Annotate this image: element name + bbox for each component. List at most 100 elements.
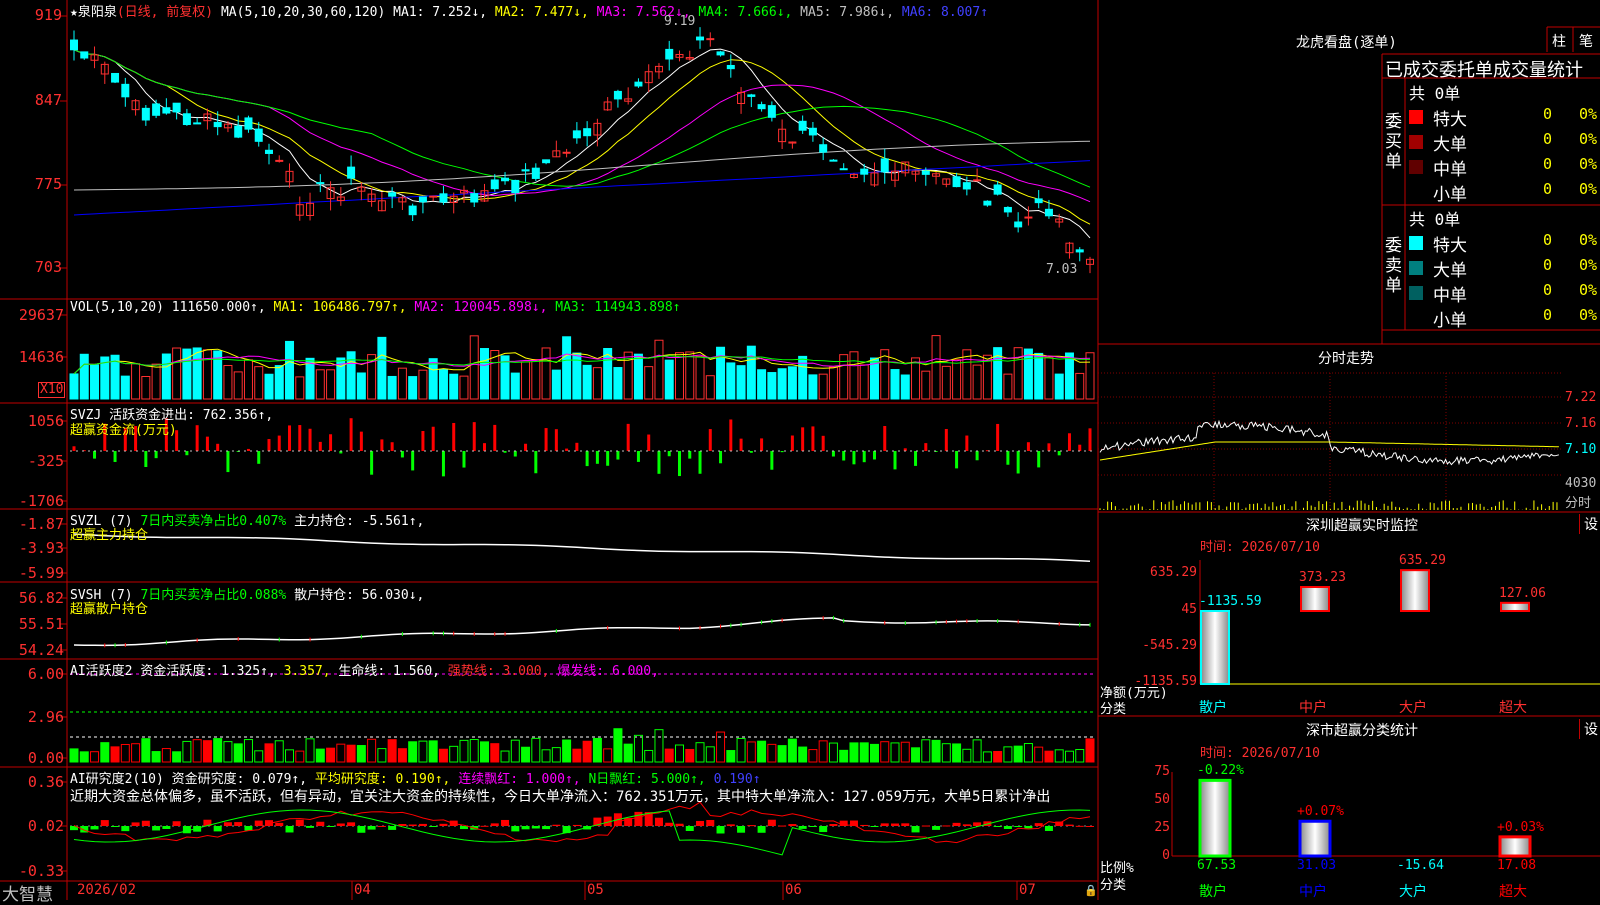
fund-flow-bar [647, 434, 651, 451]
sz-class-axis-label: 25 [1154, 820, 1170, 835]
longhu-title: 龙虎看盘(逐单) [1296, 35, 1397, 51]
activity-bar [336, 743, 346, 763]
fund-activity: 资金活跃度: 1.325↑, [140, 664, 276, 679]
sz-class-axis-label: 0 [1162, 848, 1170, 863]
price-axis-label: 703 [34, 258, 62, 276]
svsh-position: 散户持仓: 56.030↓, [294, 588, 425, 603]
sz-monitor-settings-button[interactable]: 设 [1579, 514, 1598, 534]
candle [1044, 208, 1053, 217]
date-label: 06 [785, 882, 802, 898]
fund-flow-bar [801, 427, 805, 451]
activity-bar [726, 750, 736, 763]
research-bar [357, 826, 366, 833]
high-label: 9.19 [664, 14, 696, 29]
volume-bar [941, 365, 951, 400]
lock-icon[interactable]: 🔒 [1084, 884, 1098, 897]
sell-total: 共 0单 [1409, 210, 1461, 229]
activity-bar [480, 741, 490, 763]
sz-bar-value: 635.29 [1399, 553, 1446, 569]
volume-bar [1044, 356, 1054, 400]
research-bar [90, 826, 99, 830]
activity-bar [449, 745, 459, 763]
volume-bar [131, 363, 141, 400]
fund-flow-bar [308, 428, 312, 451]
volume-bar [305, 357, 315, 400]
fund-flow-bar [400, 451, 404, 458]
research-bar [1014, 826, 1023, 827]
volume-bar [1003, 373, 1013, 400]
research-bar [285, 826, 294, 833]
candle [193, 122, 202, 125]
fund-flow-bar [677, 451, 681, 477]
fund-flow-bar [636, 451, 640, 462]
research-bar [1024, 826, 1033, 829]
price-legend: ★泉阳泉(日线, 前复权) MA(5,10,20,30,60,120) MA1:… [70, 1, 988, 20]
activity-bar [305, 738, 315, 763]
fund-flow-bar [616, 451, 620, 460]
fund-flow-bar [483, 443, 487, 451]
activity-bar [1064, 750, 1074, 763]
volume-bar [562, 336, 572, 400]
research-bar [685, 826, 694, 831]
sz-class-category: 中户 [1299, 884, 1327, 900]
activity-bar [120, 743, 130, 763]
order-size-label: 中单 [1433, 160, 1467, 180]
fund-flow-bar [257, 451, 261, 464]
activity-bar [757, 740, 767, 763]
research-bar [891, 823, 900, 826]
column-mode-button[interactable]: 柱 [1552, 31, 1566, 51]
app-logo[interactable]: 大智慧 [2, 880, 53, 905]
order-size-label: 小单 [1433, 185, 1467, 205]
sz-class-value: -15.64 [1397, 858, 1444, 873]
fund-flow-bar [852, 451, 856, 465]
sz-bar-value: 127.06 [1499, 585, 1546, 601]
order-count: 0 [1543, 231, 1553, 249]
candle [583, 128, 592, 137]
candle [696, 36, 705, 41]
volume-bar [79, 353, 89, 400]
research-bar [932, 826, 941, 830]
fund-flow-bar [205, 436, 209, 451]
candle [798, 120, 807, 131]
volume-bar [705, 375, 715, 400]
activity-bar [1013, 745, 1023, 763]
volume-bar [849, 351, 859, 400]
activity-bar [387, 739, 397, 763]
volume-bar [818, 373, 828, 400]
order-stat-row: 特大 0 0% [1409, 104, 1600, 130]
sz-axis-label: -545.29 [1142, 638, 1197, 653]
order-stat-row: 小单 0 0% [1409, 179, 1600, 205]
ai-active-title: AI活跃度2 [70, 664, 133, 679]
activity-bar [613, 728, 623, 763]
sz-class-settings-button[interactable]: 设 [1579, 719, 1598, 739]
fund-flow-bar [831, 451, 835, 457]
candle [501, 177, 510, 182]
research-bar [418, 823, 427, 826]
fund-flow-bar [1047, 443, 1051, 451]
stock-name[interactable]: ★泉阳泉 [70, 5, 117, 20]
volume-bar [315, 369, 325, 400]
research-bar [111, 826, 120, 827]
period-label[interactable]: (日线, 前复权) [117, 5, 213, 20]
ai-research-axis-label: 0.02 [27, 817, 64, 835]
activity-bar [490, 743, 500, 763]
activity-bar [202, 740, 212, 763]
candle [511, 179, 520, 194]
activity-bar [562, 739, 572, 763]
activity-bar [705, 746, 715, 763]
ai-research-legend: AI研究度2(10) 资金研究度: 0.079↑, 平均研究度: 0.190↑,… [70, 768, 761, 787]
fund-flow-bar [370, 451, 374, 475]
research-bar [1065, 824, 1074, 826]
ma2-value: MA2: 7.477↓, [494, 5, 589, 20]
order-size-label: 大单 [1433, 135, 1467, 155]
activity-bar [839, 749, 849, 763]
activity-bars [69, 728, 1095, 763]
tick-mode-button[interactable]: 笔 [1579, 31, 1593, 51]
sz-class-bars [1171, 772, 1600, 858]
candle [808, 127, 817, 136]
candle [162, 107, 171, 114]
fund-flow-bar [421, 431, 425, 451]
activity-bar [367, 738, 377, 763]
activity-bar [623, 743, 633, 763]
research-bar [572, 824, 581, 826]
